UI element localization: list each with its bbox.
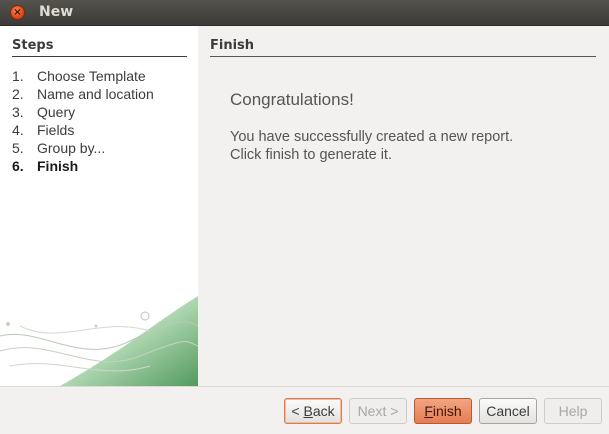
content-heading: Finish bbox=[210, 38, 596, 57]
cancel-button[interactable]: Cancel bbox=[479, 398, 537, 424]
step-item: 3. Query bbox=[12, 104, 154, 122]
step-number: 4. bbox=[12, 122, 24, 138]
step-label: Fields bbox=[37, 122, 75, 138]
step-number: 1. bbox=[12, 68, 24, 84]
window-title: New bbox=[39, 4, 74, 20]
step-item: 5. Group by... bbox=[12, 140, 154, 158]
back-rest: ack bbox=[312, 403, 335, 419]
next-button[interactable]: Next > bbox=[349, 398, 407, 424]
step-number: 3. bbox=[12, 104, 24, 120]
success-message: You have successfully created a new repo… bbox=[230, 128, 513, 164]
message-line-2: Click finish to generate it. bbox=[230, 147, 392, 163]
button-bar: < Back Next > Finish Cancel Help bbox=[0, 386, 609, 434]
step-item: 1. Choose Template bbox=[12, 68, 154, 86]
step-number: 6. bbox=[12, 158, 24, 174]
step-item: 4. Fields bbox=[12, 122, 154, 140]
congrats-text: Congratulations! bbox=[230, 90, 354, 109]
step-label: Choose Template bbox=[37, 68, 146, 84]
title-bar: × New bbox=[0, 0, 609, 26]
finish-rest: inish bbox=[432, 403, 462, 419]
step-label: Name and location bbox=[37, 86, 154, 102]
finish-button[interactable]: Finish bbox=[414, 398, 472, 424]
step-label: Group by... bbox=[37, 140, 106, 156]
step-label: Finish bbox=[37, 158, 79, 174]
step-number: 2. bbox=[12, 86, 24, 102]
message-line-1: You have successfully created a new repo… bbox=[230, 129, 514, 145]
back-prefix: < bbox=[291, 403, 304, 419]
help-button[interactable]: Help bbox=[544, 398, 602, 424]
step-item-current: 6. Finish bbox=[12, 158, 154, 176]
finish-mnemonic: F bbox=[424, 403, 433, 419]
content-panel: Finish Congratulations! You have success… bbox=[198, 26, 609, 386]
steps-panel: Steps 1. Choose Template 2. Name and locat… bbox=[0, 26, 198, 386]
close-icon[interactable]: × bbox=[10, 5, 25, 20]
decorative-swirl-image bbox=[0, 296, 198, 386]
steps-list: 1. Choose Template 2. Name and location 3.… bbox=[12, 68, 154, 176]
step-label: Query bbox=[37, 104, 76, 120]
back-mnemonic: B bbox=[303, 403, 313, 419]
step-number: 5. bbox=[12, 140, 24, 156]
back-button[interactable]: < Back bbox=[284, 398, 342, 424]
steps-heading: Steps bbox=[12, 38, 187, 57]
step-item: 2. Name and location bbox=[12, 86, 154, 104]
